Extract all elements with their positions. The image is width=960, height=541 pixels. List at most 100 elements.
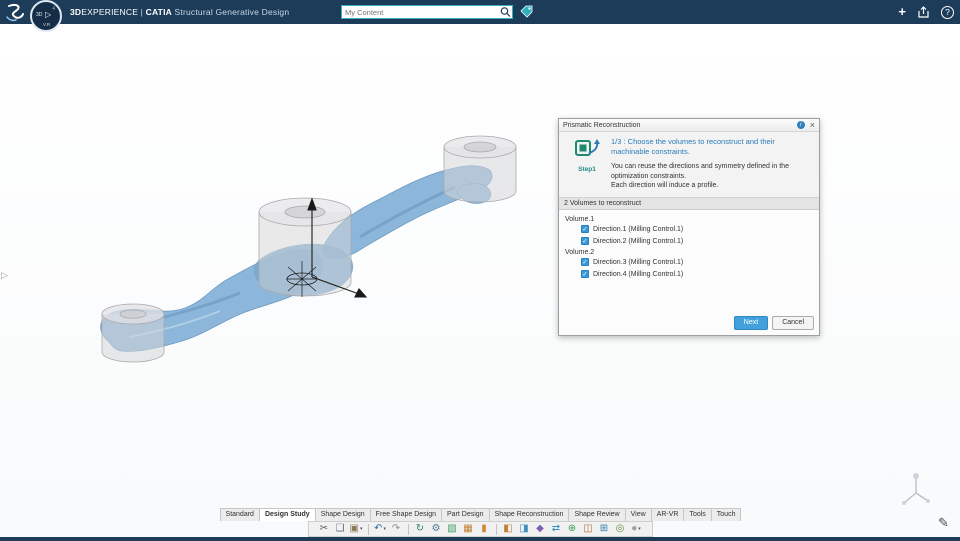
direction-label: Direction.2 (Milling Control.1) <box>593 237 684 245</box>
update-icon[interactable]: ↻ <box>413 522 428 536</box>
sweep-icon: ⊕ <box>567 523 577 534</box>
tab-view[interactable]: View <box>624 508 652 521</box>
settings-gear-icon[interactable]: ⚙ <box>429 522 444 536</box>
dropdown-chevron-icon[interactable]: ▾ <box>383 526 386 532</box>
undo-icon[interactable]: ↶ ▾ <box>373 522 388 536</box>
direction-row[interactable]: ✓ Direction.4 (Milling Control.1) <box>581 270 813 279</box>
direction-row[interactable]: ✓ Direction.3 (Milling Control.1) <box>581 258 813 267</box>
cut-icon[interactable]: ✂ <box>317 522 332 536</box>
sweep-icon[interactable]: ⊕ <box>565 522 580 536</box>
step-label: Step1 <box>578 166 596 173</box>
info-icon[interactable]: i <box>796 121 805 129</box>
bottom-status-strip <box>0 537 960 541</box>
3dexperience-compass[interactable]: 3D ▷ 4 V.R <box>30 0 62 32</box>
transform-icon[interactable]: ⇄ <box>549 522 564 536</box>
update-icon: ↻ <box>415 523 425 534</box>
dropdown-chevron-icon[interactable]: ▾ <box>638 526 641 532</box>
copy-icon: ❏ <box>335 523 345 534</box>
material-icon: ▧ <box>447 523 457 534</box>
cylinder-bottom-left <box>101 303 165 363</box>
frame-icon[interactable]: ▦ <box>461 522 476 536</box>
dialog-title-bar[interactable]: Prismatic Reconstruction i × <box>559 119 819 132</box>
search-icon[interactable] <box>499 6 512 18</box>
settings-gear-icon: ⚙ <box>431 523 441 534</box>
prismatic-reconstruction-dialog: Prismatic Reconstruction i × Step1 1/3 :… <box>558 118 820 336</box>
transform-icon: ⇄ <box>551 523 561 534</box>
direction-row[interactable]: ✓ Direction.1 (Milling Control.1) <box>581 225 813 234</box>
volumes-list: Volume.1 ✓ Direction.1 (Milling Control.1)… <box>559 209 819 313</box>
volume-label: Volume.2 <box>565 248 595 256</box>
shape-icon: ◆ <box>536 523 544 534</box>
add-content-icon[interactable]: + <box>898 1 906 23</box>
tab-shape-review[interactable]: Shape Review <box>568 508 626 521</box>
title-separator: | <box>140 7 144 17</box>
column-icon[interactable]: ▮ <box>477 522 492 536</box>
tab-shape-design[interactable]: Shape Design <box>314 508 371 521</box>
view-orientation-compass[interactable] <box>897 469 935 509</box>
tab-design-study[interactable]: Design Study <box>258 508 316 521</box>
panel-expander-chevron[interactable]: ▷ <box>1 270 8 281</box>
direction-label: Direction.1 (Milling Control.1) <box>593 225 684 233</box>
step-description-line1: You can reuse the directions and symmetr… <box>611 163 789 180</box>
direction-label: Direction.4 (Milling Control.1) <box>593 270 684 278</box>
tab-standard[interactable]: Standard <box>219 508 260 521</box>
compass-3d-label: 3D <box>36 12 43 18</box>
tab-free-shape-design[interactable]: Free Shape Design <box>369 508 442 521</box>
frame-icon: ▦ <box>463 523 473 534</box>
direction-checkbox[interactable]: ✓ <box>581 270 589 279</box>
step-instruction: 1/3 : Choose the volumes to reconstruct … <box>611 137 775 157</box>
direction-checkbox[interactable]: ✓ <box>581 237 589 246</box>
search-input[interactable] <box>342 7 499 17</box>
pocket-icon: ◨ <box>519 523 529 534</box>
3d-model-scene[interactable] <box>60 109 530 379</box>
cancel-button[interactable]: Cancel <box>772 315 814 330</box>
column-icon: ▮ <box>481 523 487 534</box>
tab-touch[interactable]: Touch <box>710 508 742 521</box>
application-window: 3DEXPERIENCE | CATIA Structural Generati… <box>0 0 960 541</box>
close-icon[interactable]: × <box>810 120 815 130</box>
header-actions: + ? <box>898 0 954 24</box>
tag-icon[interactable] <box>519 4 534 19</box>
undo-icon: ↶ <box>374 523 383 534</box>
pad-icon: ◧ <box>503 523 513 534</box>
toolbar-separator <box>495 523 497 535</box>
redo-icon[interactable]: ↷ <box>389 522 404 536</box>
tab-part-design[interactable]: Part Design <box>441 508 490 521</box>
material-icon[interactable]: ▧ <box>445 522 460 536</box>
pad-icon[interactable]: ◧ <box>501 522 516 536</box>
tab-tools[interactable]: Tools <box>683 508 712 521</box>
wizard-step-text: 1/3 : Choose the volumes to reconstruct … <box>609 137 813 191</box>
mirror-icon[interactable]: ◫ <box>581 522 596 536</box>
direction-checkbox[interactable]: ✓ <box>581 258 589 267</box>
shape-icon[interactable]: ◆ <box>533 522 548 536</box>
tab-ar-vr[interactable]: AR-VR <box>650 508 685 521</box>
tab-shape-reconstruction[interactable]: Shape Reconstruction <box>488 508 570 521</box>
toolbar-separator <box>407 523 409 535</box>
share-icon[interactable] <box>917 5 930 19</box>
volume-label: Volume.1 <box>565 215 595 223</box>
compass-vr-label: V.R <box>43 22 51 27</box>
action-bar: ✂ ❏ ▣ ▾ ↶ ▾ ↷ ↻ ⚙ ▧ ▦ ▮ ◧ ◨ ◆ ⇄ ⊕ ◫ ⊞ ◎ ● ▾ <box>307 521 653 537</box>
dialog-footer: Next Cancel <box>559 312 819 335</box>
help-icon[interactable]: ? <box>941 5 954 19</box>
next-button[interactable]: Next <box>733 315 769 330</box>
brand-bold: 3D <box>70 7 82 17</box>
compass-play-icon[interactable]: ▷ <box>45 10 51 19</box>
copy-icon[interactable]: ❏ <box>333 522 348 536</box>
dialog-title: Prismatic Reconstruction <box>563 121 641 129</box>
direction-row[interactable]: ✓ Direction.2 (Milling Control.1) <box>581 237 813 246</box>
view-mode-icon[interactable]: ● ▾ <box>629 522 644 536</box>
search-box[interactable] <box>341 5 513 19</box>
revolve-icon[interactable]: ◎ <box>613 522 628 536</box>
direction-checkbox[interactable]: ✓ <box>581 225 589 234</box>
dropdown-chevron-icon[interactable]: ▾ <box>360 526 363 532</box>
paste-icon: ▣ <box>349 523 359 534</box>
top-bar: 3DEXPERIENCE | CATIA Structural Generati… <box>0 0 960 32</box>
ribbon-tabs: Standard Design Study Shape Design Free Sha… <box>0 508 960 521</box>
toolbar-separator <box>367 523 369 535</box>
pocket-icon[interactable]: ◨ <box>517 522 532 536</box>
direction-label: Direction.3 (Milling Control.1) <box>593 258 684 266</box>
3ds-logo-icon[interactable] <box>4 2 26 22</box>
loft-icon[interactable]: ⊞ <box>597 522 612 536</box>
paste-icon[interactable]: ▣ ▾ <box>349 522 364 536</box>
